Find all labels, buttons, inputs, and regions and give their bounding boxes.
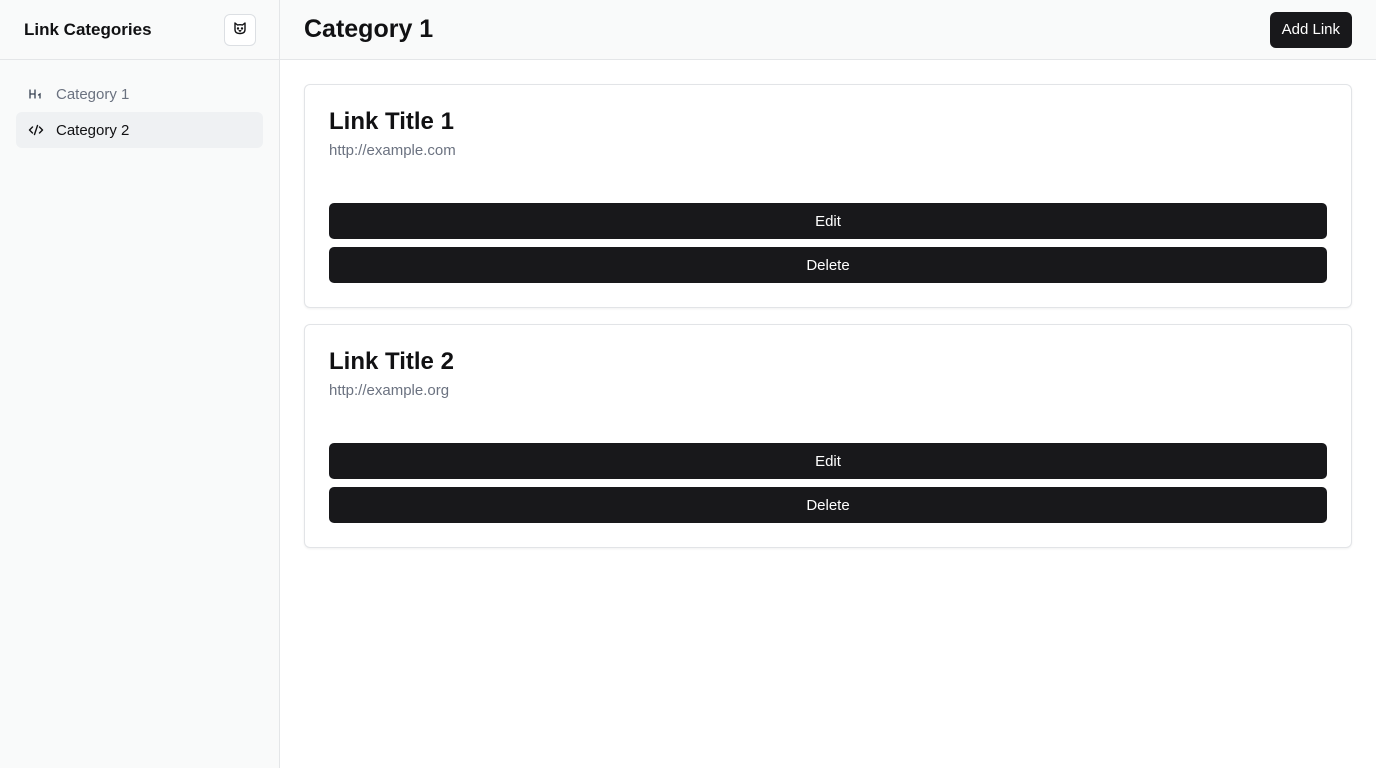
link-title: Link Title 2 <box>329 348 454 375</box>
link-card: Link Title 1 http://example.com Edit Del… <box>304 84 1352 308</box>
delete-link-button[interactable]: Delete <box>329 487 1327 523</box>
theme-toggle-button[interactable] <box>224 13 256 46</box>
sidebar-item-label: Category 1 <box>56 85 130 103</box>
delete-link-button[interactable]: Delete <box>329 247 1327 283</box>
sidebar-title: Link Categories <box>24 19 152 39</box>
link-url: http://example.org <box>329 382 450 399</box>
link-title: Link Title 1 <box>329 108 454 135</box>
link-actions: Edit Delete <box>329 443 1327 523</box>
app-root: Link Categories Category 1 Category 2 Ca… <box>0 0 1376 768</box>
edit-link-button[interactable]: Edit <box>329 443 1327 479</box>
category-nav: Category 1 Category 2 <box>0 60 279 164</box>
page-title: Category 1 <box>304 15 434 43</box>
sidebar: Link Categories Category 1 Category 2 <box>0 0 280 768</box>
page-header: Category 1 Add Link <box>280 0 1376 60</box>
code-icon <box>28 122 44 138</box>
cat-face-icon <box>232 20 248 39</box>
sidebar-item-category-2[interactable]: Category 2 <box>16 112 263 148</box>
link-url: http://example.com <box>329 142 456 159</box>
sidebar-item-label: Category 2 <box>56 121 130 139</box>
link-list: Link Title 1 http://example.com Edit Del… <box>280 60 1376 588</box>
main-panel: Category 1 Add Link Link Title 1 http://… <box>280 0 1376 768</box>
link-actions: Edit Delete <box>329 203 1327 283</box>
heading-icon <box>28 86 44 102</box>
edit-link-button[interactable]: Edit <box>329 203 1327 239</box>
link-card: Link Title 2 http://example.org Edit Del… <box>304 324 1352 548</box>
sidebar-header: Link Categories <box>0 0 279 60</box>
add-link-button[interactable]: Add Link <box>1269 11 1352 48</box>
sidebar-item-category-1[interactable]: Category 1 <box>16 76 263 112</box>
